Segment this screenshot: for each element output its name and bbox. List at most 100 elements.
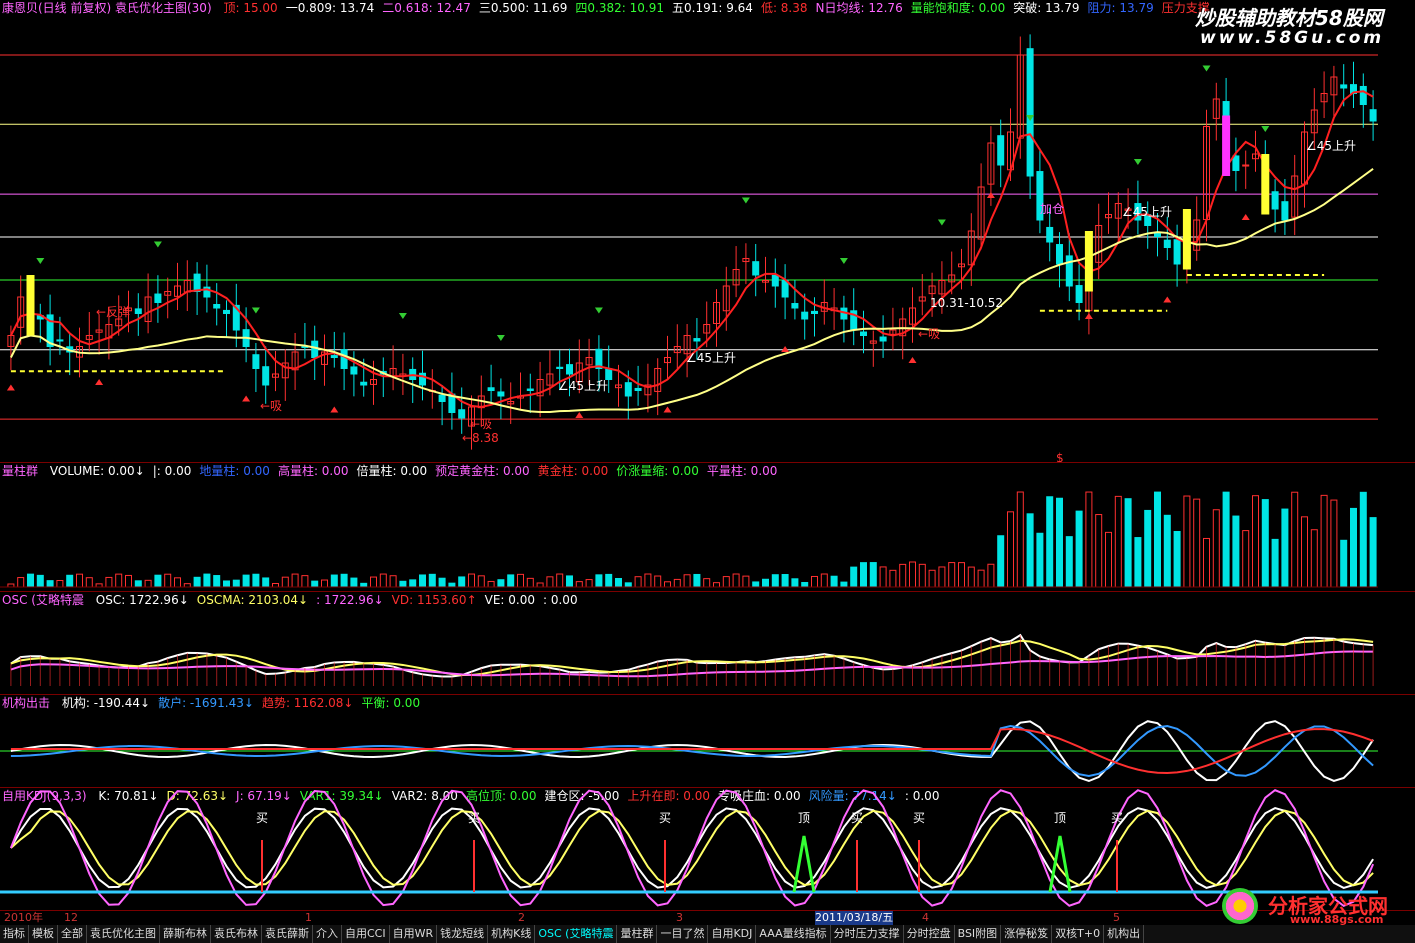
up-arrow-icon [1241,214,1250,220]
volume-bar [428,573,436,588]
buy-label: 买 [659,811,671,825]
label-xi: ←吸 [260,399,282,413]
tab-indicator[interactable]: 钱龙短线 [437,925,489,943]
volume-bar [1281,508,1289,588]
tab-indicator[interactable]: 袁氏布林 [211,925,262,943]
label-up45: ∠45上升 [1306,139,1356,153]
volume-bar [370,576,377,588]
highlight-candle [1261,154,1270,215]
volume-bar [585,579,593,588]
volume-bar [575,581,583,588]
tab-indicator[interactable]: 机构K线 [488,925,536,943]
volume-bar [1065,536,1073,588]
tab-indicator[interactable]: 袁氏薛斯 [262,925,313,943]
volume-bar [879,566,887,588]
label-xi: ←吸 [470,417,492,431]
candle-body [693,338,701,342]
volume-bar [379,573,387,588]
tab-indicator[interactable]: BSI附图 [955,925,1002,943]
candle-body [223,309,230,314]
volume-bar [1222,491,1230,588]
tab-indicator[interactable]: 介入 [313,925,342,943]
volume-bar [556,573,564,588]
kdj-j-line [9,788,1375,908]
tab-indicator[interactable]: OSC (艾略特震 [535,925,618,943]
volume-bar [203,573,211,588]
volume-bar [223,580,230,588]
tab-indicator[interactable]: 模板 [29,925,58,943]
volume-bar [1261,499,1269,588]
volume-bar [1320,494,1328,588]
label-dollar: $ [1056,451,1064,462]
tab-indicator[interactable]: 涨停秘笈 [1001,925,1053,943]
volume-bar [1359,491,1367,588]
up-arrow-icon [986,192,995,198]
tab-indicator[interactable]: 双核T+0 [1052,925,1105,943]
volume-bar [66,574,74,588]
tab-indicator[interactable]: 量柱群 [617,925,658,943]
up-arrow-icon [1084,313,1093,319]
oscma-line [10,638,1374,677]
volume-bar [458,576,466,588]
down-arrow-icon [496,335,505,341]
candle-body [566,364,573,375]
tab-indicator[interactable]: 薛斯布林 [160,925,211,943]
volume-bar [252,573,260,588]
ruler-tick: 2 [518,911,525,924]
tab-indicator[interactable]: 一目了然 [657,925,709,943]
tab-indicator[interactable]: 机构出 [1104,925,1145,943]
ruler-tick: 2011/03/18/五 [815,911,894,925]
volume-bar [566,575,573,588]
up-arrow-icon [575,412,584,418]
candle-body [350,366,358,375]
candle-body [487,387,495,392]
label-low: ←8.38 [462,431,499,445]
jigou-panel: 机构出击 机构: -190.44↓ 散户: -1691.43↓ 趋势: 1162.0… [0,695,1415,787]
price-chart: ←反弹←吸←吸←吸←8.38∠45上升∠45上升∠45上升∠45上升加仓10.3… [0,34,1378,462]
candle-body [458,409,466,419]
candle-body [1232,155,1240,172]
volume-bar [1203,537,1210,588]
candle-body [193,273,201,293]
volume-bar [899,563,907,588]
volume-bar [350,577,358,588]
volume-bar [1173,530,1181,588]
volume-bar [193,576,201,588]
volume-bar [791,578,799,588]
volume-bar [213,575,221,588]
candle-body [1075,285,1083,303]
up-arrow-icon [242,395,251,402]
candle-body [1026,48,1034,177]
volume-bar [967,566,975,588]
tab-indicator[interactable]: 自用WR [390,925,438,943]
tab-indicator[interactable]: 袁氏优化主图 [87,925,160,943]
volume-bar [1212,509,1220,588]
candle-body [330,355,338,358]
volume-bar [1144,509,1152,588]
tab-indicator[interactable]: 全部 [58,925,87,943]
volume-bar [673,578,681,588]
top-label: 顶 [1054,811,1066,825]
tab-indicator[interactable]: 自用KDJ [708,925,757,943]
volume-bar [183,583,191,588]
tab-indicator[interactable]: AAA量线指标 [756,925,831,943]
volume-bar [693,573,701,588]
tab-indicator[interactable]: 指标 [0,925,29,943]
ruler-tick: 2010年 [4,911,43,924]
volume-bar [262,577,270,588]
tab-indicator[interactable]: 分时控盘 [904,925,955,943]
candle-body [879,336,887,342]
up-arrow-icon [330,406,339,413]
candle-body [1163,239,1171,249]
volume-bar [389,575,397,588]
down-arrow-icon [937,219,946,226]
volume-bar [448,582,456,588]
indicator-tabs: 指标 模板 全部 袁氏优化主图 薛斯布林 袁氏布林 袁氏薛斯 介入 自用CCI 自用WR 钱龙短线机… [0,925,1415,943]
tab-indicator[interactable]: 自用CCI [342,925,390,943]
volume-bar [1163,514,1171,588]
up-arrow-icon [1163,296,1172,303]
tab-indicator[interactable]: 分时压力支撑 [831,925,904,943]
volume-bar [56,579,64,588]
volume-bar [683,574,691,588]
volume-bar [125,574,132,588]
